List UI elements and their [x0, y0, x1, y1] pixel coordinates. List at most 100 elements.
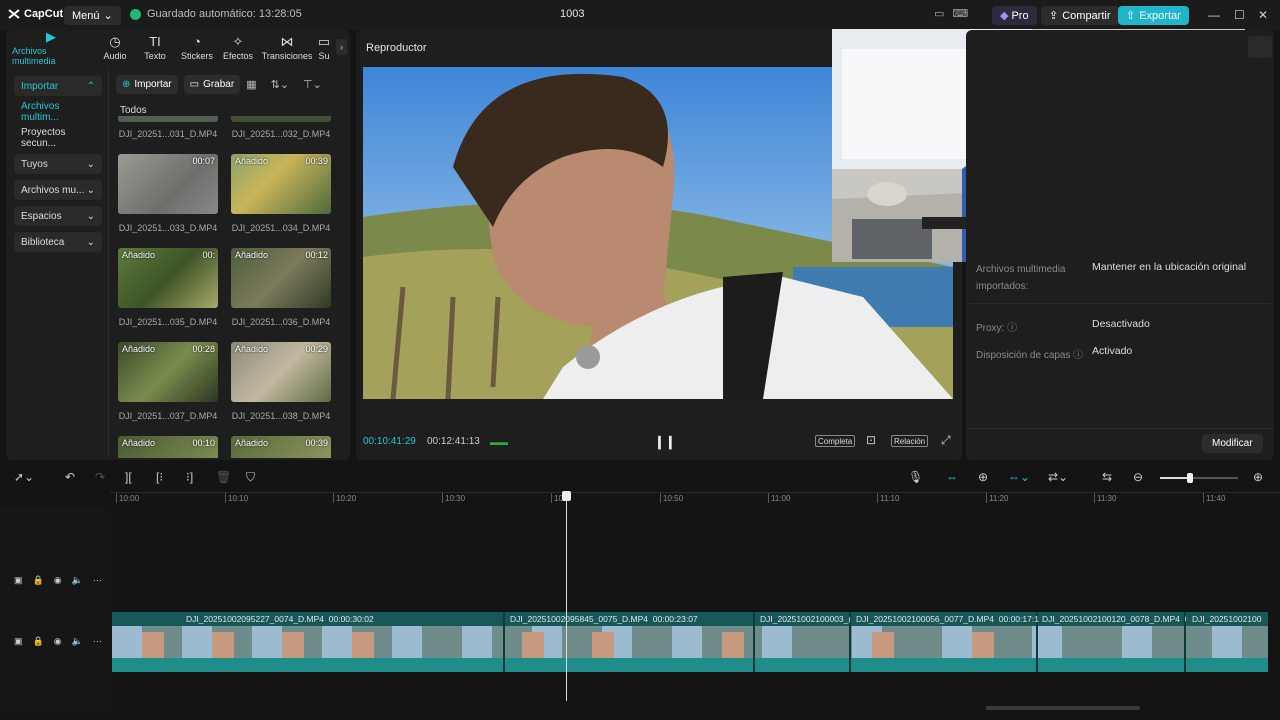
- properties-tab[interactable]: [1248, 36, 1272, 58]
- full-quality-button[interactable]: Completa: [815, 435, 856, 447]
- media-thumbnail[interactable]: Añadido 00:29: [231, 342, 331, 402]
- tab-label: Transiciones: [261, 51, 313, 61]
- tab-effects[interactable]: ✧ Efectos: [218, 30, 258, 66]
- ratio-button[interactable]: Relación: [891, 435, 929, 447]
- media-thumbnail[interactable]: Añadido 00:39: [231, 154, 331, 214]
- playhead-handle[interactable]: [562, 491, 571, 501]
- ruler-tick: [768, 493, 769, 503]
- ruler-tick-label: 10:50: [663, 494, 684, 503]
- select-tool-icon[interactable]: ➚⌄: [14, 470, 34, 484]
- speaker-icon[interactable]: 🔈: [72, 636, 83, 647]
- tabs-scroll-right[interactable]: ›: [336, 39, 347, 55]
- grid-view-icon[interactable]: ▦: [246, 78, 256, 91]
- lock-icon[interactable]: 🔒: [33, 575, 44, 586]
- media-thumbnail[interactable]: 00:07: [118, 154, 218, 214]
- import-button[interactable]: ⊕ Importar: [116, 75, 178, 94]
- zoom-slider-fill: [1160, 477, 1190, 479]
- media-thumbnail[interactable]: Añadido 00:10: [118, 436, 218, 458]
- delete-icon[interactable]: 🗑: [216, 470, 231, 484]
- prop-value-proxy[interactable]: Desactivado: [1092, 318, 1150, 330]
- fullscreen-icon[interactable]: ⤢: [941, 433, 951, 448]
- microphone-icon[interactable]: 🎙: [908, 470, 923, 484]
- menu-button[interactable]: Menú ⌄: [64, 6, 121, 25]
- media-duration: 00:39: [305, 438, 328, 448]
- pro-label: Pro: [1011, 9, 1029, 22]
- share-button[interactable]: ⇪ Compartir: [1041, 6, 1119, 25]
- close-icon[interactable]: ✕: [1258, 8, 1268, 22]
- tab-text[interactable]: TI Texto: [134, 30, 176, 66]
- minimize-icon[interactable]: —: [1208, 8, 1220, 22]
- export-button[interactable]: ⇧ Exportar: [1118, 6, 1189, 25]
- chevron-down-icon: ⌄: [86, 184, 95, 196]
- pause-icon[interactable]: ❙❙: [654, 434, 676, 450]
- marker-icon[interactable]: ⛉: [246, 470, 255, 485]
- undo-icon[interactable]: ↶: [65, 470, 75, 484]
- sidebar-item-subprojects[interactable]: Proyectos secun...: [14, 127, 102, 149]
- eye-icon[interactable]: ◉: [54, 636, 62, 647]
- more-icon[interactable]: ⋯: [93, 575, 102, 586]
- clip-duration: 00:00:30:02: [328, 614, 374, 624]
- pro-button[interactable]: ◆ Pro: [992, 6, 1037, 25]
- filter-icon[interactable]: ⊤⌄: [303, 78, 322, 91]
- sidebar-item-media[interactable]: Archivos multim...: [14, 101, 102, 123]
- tab-audio[interactable]: ◷ Audio: [96, 30, 134, 66]
- maximize-icon[interactable]: ☐: [1234, 8, 1245, 22]
- sort-icon[interactable]: ⇅⌄: [271, 78, 289, 91]
- tab-media[interactable]: ▶ Archivos multimedia: [6, 30, 96, 67]
- media-thumbnail[interactable]: Añadido 00:: [118, 248, 218, 308]
- more-icon[interactable]: ⋯: [93, 636, 102, 647]
- split-icon[interactable]: ][: [125, 470, 132, 484]
- magnet-icon[interactable]: ⇔⌄: [1008, 470, 1030, 484]
- zoom-slider-handle[interactable]: [1187, 473, 1193, 483]
- prop-value-layers[interactable]: Activado: [1092, 345, 1132, 357]
- media-thumbnail[interactable]: Añadido 00:12: [231, 248, 331, 308]
- clip-label: DJI_20251002100120_0078_D.MP4 0: [1042, 614, 1186, 624]
- trim-left-icon[interactable]: [⁝: [156, 470, 163, 484]
- player-title: Reproductor: [366, 42, 427, 54]
- track-cover-icon[interactable]: ▣: [14, 636, 23, 647]
- sidebar-item-library[interactable]: Biblioteca ⌄: [14, 232, 102, 252]
- sidebar-item-label: Archivos mu...: [21, 184, 85, 196]
- filter-all-label[interactable]: Todos: [120, 105, 147, 116]
- lock-icon[interactable]: 🔒: [33, 636, 44, 647]
- link-icon[interactable]: ⇔: [946, 470, 958, 484]
- added-badge: Añadido: [122, 250, 156, 260]
- timeline-view-icon[interactable]: ⇆: [1102, 470, 1112, 484]
- sidebar-item-spaces[interactable]: Espacios ⌄: [14, 206, 102, 226]
- clip-label: DJI_20251002100056_0077_D.MP4 00:00:17:1: [856, 614, 1039, 624]
- added-badge: Añadido: [235, 344, 269, 354]
- screenshot-icon[interactable]: ⊡: [866, 433, 876, 447]
- tab-transitions[interactable]: ⋈ Transiciones: [258, 30, 316, 66]
- eye-icon[interactable]: ◉: [54, 575, 62, 586]
- clip-name: DJI_20251002095845_0075_D.MP4: [510, 614, 649, 624]
- plus-circle-icon: ⊕: [122, 79, 131, 90]
- record-button[interactable]: ▭ Grabar: [183, 75, 241, 94]
- zoom-out-icon[interactable]: ⊖: [1133, 470, 1143, 484]
- zoom-slider[interactable]: [1160, 473, 1238, 483]
- redo-icon[interactable]: ↷: [95, 470, 105, 484]
- sidebar-item-import[interactable]: Importar ⌃: [14, 76, 102, 96]
- sidebar-item-media-2[interactable]: Archivos mu... ⌄: [14, 180, 102, 200]
- zoom-in-icon[interactable]: ⊕: [1253, 470, 1263, 484]
- modify-button[interactable]: Modificar: [1202, 434, 1263, 453]
- media-thumbnail[interactable]: Añadido 00:28: [118, 342, 218, 402]
- tab-subtitles[interactable]: ▭ Su: [316, 30, 332, 66]
- sidebar-item-yours[interactable]: Tuyos ⌄: [14, 154, 102, 174]
- media-thumbnail[interactable]: [118, 116, 218, 122]
- tab-stickers[interactable]: ◔ Stickers: [176, 30, 218, 66]
- preview-axis-icon[interactable]: ⇄⌄: [1048, 470, 1068, 484]
- media-thumbnail[interactable]: [231, 116, 331, 122]
- added-badge: Añadido: [235, 156, 269, 166]
- speaker-icon[interactable]: 🔈: [72, 575, 83, 586]
- playhead[interactable]: [566, 493, 567, 701]
- layout-icon[interactable]: ▭: [934, 7, 944, 20]
- timeline-scrollbar[interactable]: [986, 706, 1140, 710]
- autosave-text: Guardado automático: 13:28:05: [147, 8, 302, 20]
- media-thumbnail[interactable]: Añadido 00:39: [231, 436, 331, 458]
- keyboard-icon[interactable]: ⌨: [952, 7, 968, 20]
- track-cover-icon[interactable]: ▣: [14, 575, 23, 586]
- media-filename: DJI_20251...038_D.MP4: [231, 411, 331, 421]
- snap-icon[interactable]: ⊕: [978, 470, 988, 484]
- trim-right-icon[interactable]: ⁝]: [186, 470, 193, 484]
- clip-duration: 00:00:23:07: [652, 614, 698, 624]
